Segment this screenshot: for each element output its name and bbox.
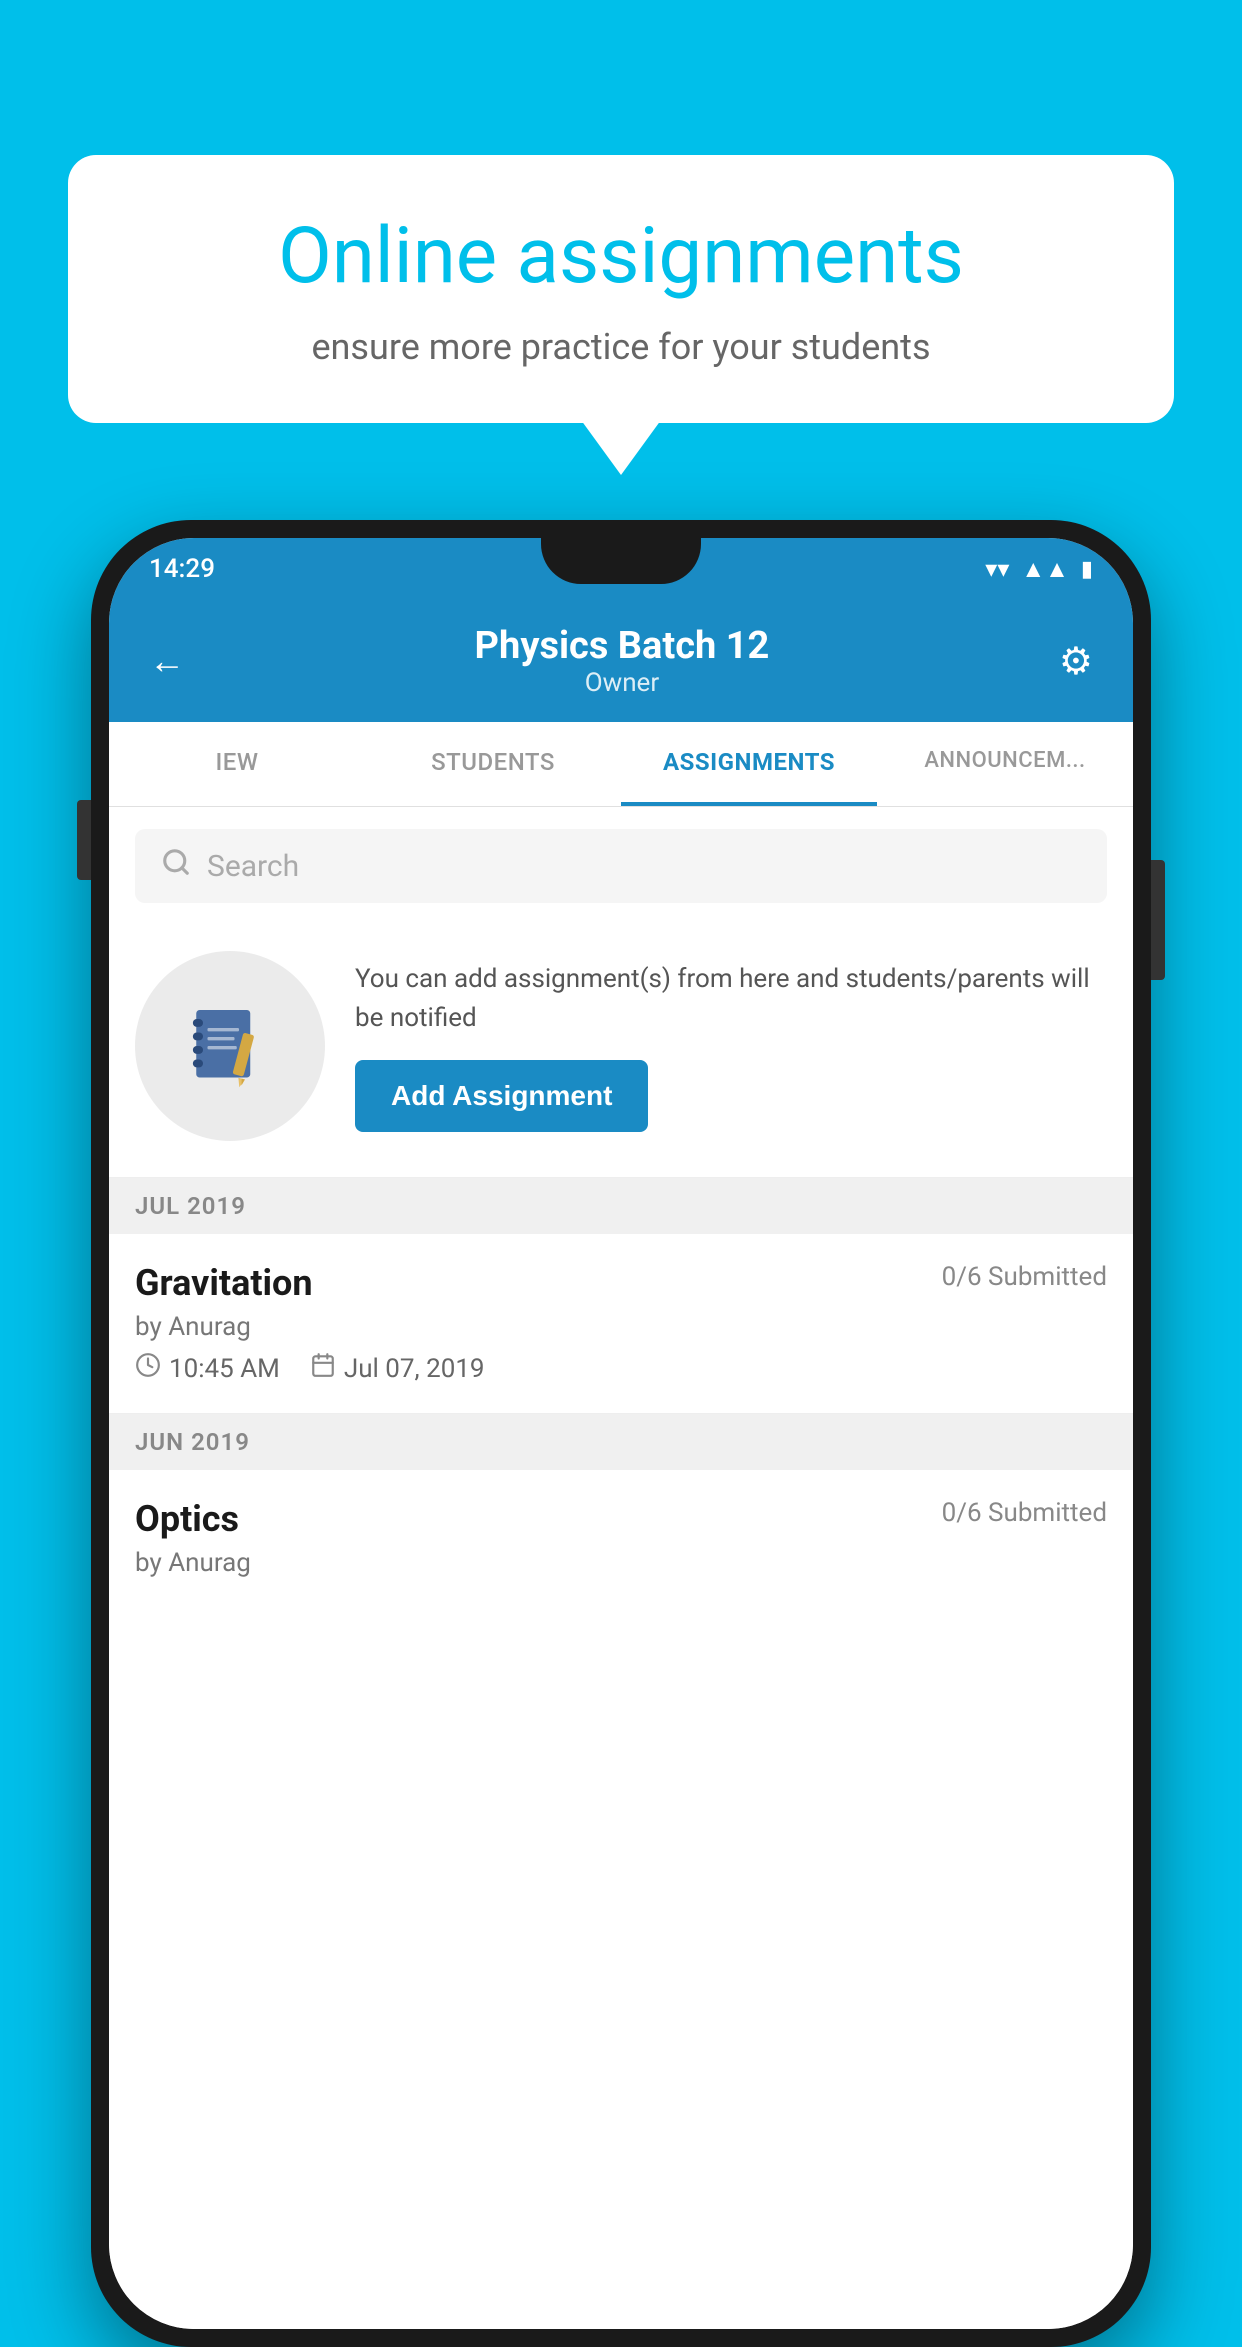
wifi-icon: ▾▾ xyxy=(985,555,1009,583)
assignment-item-gravitation[interactable]: Gravitation 0/6 Submitted by Anurag xyxy=(109,1234,1133,1414)
assignment-name-optics: Optics xyxy=(135,1498,239,1540)
phone-screen: 14:29 ▾▾ ▲▲ ▮ ← Physics Batch 12 Owner ⚙… xyxy=(109,538,1133,2329)
notch xyxy=(541,538,701,584)
assignment-submitted-optics: 0/6 Submitted xyxy=(942,1498,1107,1528)
speech-bubble-container: Online assignments ensure more practice … xyxy=(68,155,1174,423)
tabs-bar: IEW STUDENTS ASSIGNMENTS ANNOUNCEM... xyxy=(109,722,1133,807)
speech-bubble: Online assignments ensure more practice … xyxy=(68,155,1174,423)
header-center: Physics Batch 12 Owner xyxy=(475,624,770,698)
back-button[interactable]: ← xyxy=(149,640,185,682)
speech-bubble-title: Online assignments xyxy=(128,210,1114,304)
promo-section: You can add assignment(s) from here and … xyxy=(109,925,1133,1178)
assignment-row1: Gravitation 0/6 Submitted xyxy=(135,1262,1107,1304)
assignment-meta-optics: by Anurag xyxy=(135,1548,1107,1578)
status-bar: 14:29 ▾▾ ▲▲ ▮ xyxy=(109,538,1133,600)
promo-description: You can add assignment(s) from here and … xyxy=(355,960,1107,1038)
add-assignment-button[interactable]: Add Assignment xyxy=(355,1060,648,1132)
search-bar[interactable]: Search xyxy=(135,829,1107,903)
header-title: Physics Batch 12 xyxy=(475,624,770,668)
assignment-details: 10:45 AM Jul 07, 201 xyxy=(135,1352,1107,1385)
tab-iew[interactable]: IEW xyxy=(109,722,365,806)
tab-students[interactable]: STUDENTS xyxy=(365,722,621,806)
clock-icon xyxy=(135,1352,161,1385)
month-separator-jul: JUL 2019 xyxy=(109,1178,1133,1234)
speech-bubble-subtitle: ensure more practice for your students xyxy=(128,326,1114,368)
assignment-name: Gravitation xyxy=(135,1262,313,1304)
promo-icon-circle xyxy=(135,951,325,1141)
phone-outer: 14:29 ▾▾ ▲▲ ▮ ← Physics Batch 12 Owner ⚙… xyxy=(91,520,1151,2347)
header-subtitle: Owner xyxy=(475,668,770,698)
promo-text-area: You can add assignment(s) from here and … xyxy=(355,960,1107,1132)
phone-wrapper: 14:29 ▾▾ ▲▲ ▮ ← Physics Batch 12 Owner ⚙… xyxy=(91,520,1151,2347)
search-icon xyxy=(161,847,191,885)
month-separator-jun: JUN 2019 xyxy=(109,1414,1133,1470)
status-time: 14:29 xyxy=(149,554,215,584)
assignment-submitted: 0/6 Submitted xyxy=(942,1262,1107,1292)
assignment-date: Jul 07, 2019 xyxy=(344,1354,485,1384)
assignment-time-detail: 10:45 AM xyxy=(135,1352,280,1385)
assignment-row1-optics: Optics 0/6 Submitted xyxy=(135,1498,1107,1540)
settings-button[interactable]: ⚙ xyxy=(1059,639,1093,684)
tab-assignments[interactable]: ASSIGNMENTS xyxy=(621,722,877,806)
tab-announcements[interactable]: ANNOUNCEM... xyxy=(877,722,1133,806)
status-icons: ▾▾ ▲▲ ▮ xyxy=(985,555,1093,584)
assignment-date-detail: Jul 07, 2019 xyxy=(310,1352,485,1385)
notebook-icon xyxy=(185,1001,275,1091)
assignment-item-optics[interactable]: Optics 0/6 Submitted by Anurag xyxy=(109,1470,1133,1598)
calendar-icon xyxy=(310,1352,336,1385)
assignment-meta: by Anurag xyxy=(135,1312,1107,1342)
assignment-time: 10:45 AM xyxy=(169,1354,280,1384)
signal-icon: ▲▲ xyxy=(1021,555,1069,584)
battery-icon: ▮ xyxy=(1081,557,1093,582)
app-header: ← Physics Batch 12 Owner ⚙ xyxy=(109,600,1133,722)
content-area: Search xyxy=(109,829,1133,2329)
search-placeholder: Search xyxy=(207,849,299,884)
